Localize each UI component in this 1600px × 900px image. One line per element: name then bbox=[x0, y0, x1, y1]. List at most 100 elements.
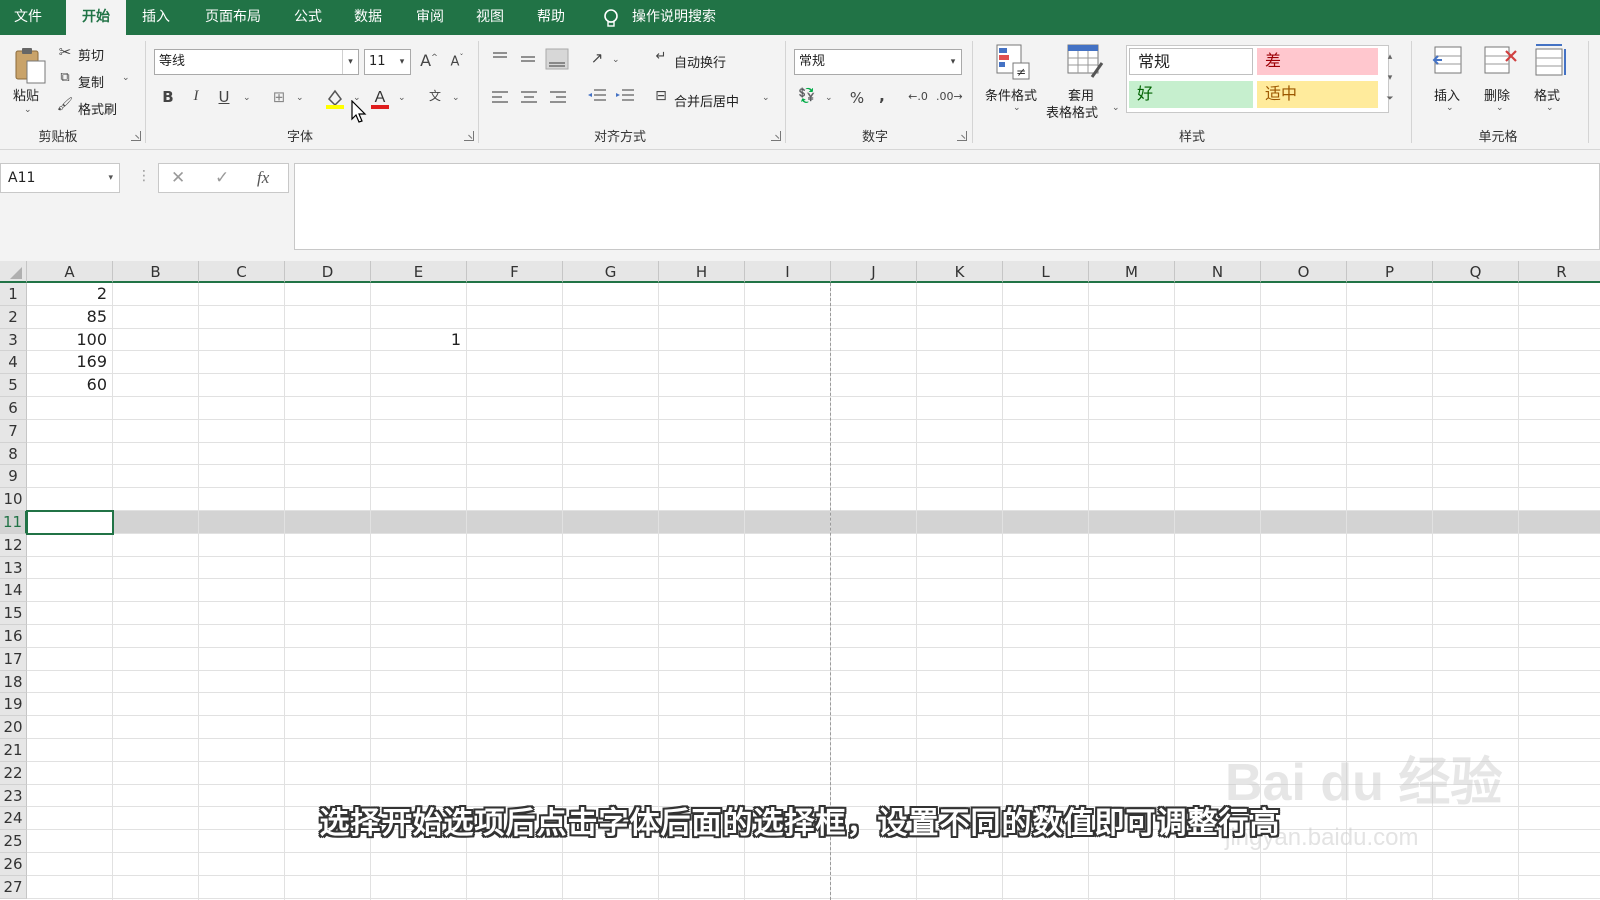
merge-center-button[interactable]: 合并后居中 bbox=[674, 91, 739, 110]
paste-button[interactable]: 粘贴 bbox=[13, 85, 39, 104]
cancel-icon[interactable]: ✕ bbox=[171, 168, 185, 188]
number-format-combo[interactable]: 常规 ▾ bbox=[794, 49, 962, 75]
active-cell[interactable] bbox=[26, 510, 114, 535]
row-header-9[interactable]: 9 bbox=[0, 465, 27, 489]
font-name-combo[interactable]: 等线 ▾ bbox=[154, 49, 359, 75]
row-header-7[interactable]: 7 bbox=[0, 419, 27, 443]
cell-a1[interactable]: 2 bbox=[27, 283, 107, 306]
format-cells-button[interactable]: 格式 bbox=[1534, 85, 1560, 104]
column-header-l[interactable]: L bbox=[1003, 261, 1089, 283]
row-header-22[interactable]: 22 bbox=[0, 761, 27, 785]
percent-button[interactable]: % bbox=[848, 89, 866, 107]
delete-dropdown-icon[interactable]: ⌄ bbox=[1496, 103, 1504, 113]
merge-dropdown-icon[interactable]: ⌄ bbox=[762, 93, 770, 103]
orientation-icon[interactable]: ↗ bbox=[588, 49, 606, 67]
phonetic-dropdown-icon[interactable]: ⌄ bbox=[452, 93, 460, 103]
row-header-17[interactable]: 17 bbox=[0, 647, 27, 671]
phonetic-icon[interactable]: 文 bbox=[424, 87, 446, 104]
style-bad[interactable]: 差 bbox=[1257, 48, 1378, 75]
format-cells-icon[interactable] bbox=[1532, 43, 1568, 81]
insert-dropdown-icon[interactable]: ⌄ bbox=[1446, 103, 1454, 113]
column-header-q[interactable]: Q bbox=[1433, 261, 1519, 283]
tab-page-layout[interactable]: 页面布局 bbox=[194, 0, 272, 35]
row-header-3[interactable]: 3 bbox=[0, 328, 27, 352]
gallery-scroll[interactable]: ▴ ▾ ⏷ bbox=[1383, 47, 1397, 113]
row-header-1[interactable]: 1 bbox=[0, 283, 27, 306]
tab-file[interactable]: 文件 bbox=[0, 0, 56, 35]
column-header-g[interactable]: G bbox=[563, 261, 659, 283]
underline-dropdown-icon[interactable]: ⌄ bbox=[243, 93, 251, 103]
format-painter-button[interactable]: 格式刷 bbox=[78, 99, 117, 118]
bold-button[interactable]: B bbox=[160, 88, 176, 106]
row-header-14[interactable]: 14 bbox=[0, 579, 27, 603]
column-header-d[interactable]: D bbox=[285, 261, 371, 283]
row-header-21[interactable]: 21 bbox=[0, 739, 27, 762]
enter-icon[interactable]: ✓ bbox=[215, 168, 229, 188]
style-normal[interactable]: 常规 bbox=[1129, 48, 1253, 75]
horizontal-align-icons[interactable] bbox=[490, 89, 574, 107]
column-header-a[interactable]: A bbox=[27, 261, 113, 283]
borders-icon[interactable]: ⊞ bbox=[270, 88, 288, 106]
wrap-text-button[interactable]: 自动换行 bbox=[674, 52, 726, 71]
formula-bar-grip-icon[interactable]: ⋮ bbox=[137, 168, 151, 184]
column-header-j[interactable]: J bbox=[831, 261, 917, 283]
tab-home[interactable]: 开始 bbox=[66, 0, 126, 35]
chevron-down-icon[interactable]: ▾ bbox=[342, 50, 358, 74]
row-header-8[interactable]: 8 bbox=[0, 442, 27, 466]
row-header-26[interactable]: 26 bbox=[0, 853, 27, 876]
delete-cells-icon[interactable] bbox=[1482, 43, 1518, 81]
row-header-4[interactable]: 4 bbox=[0, 351, 27, 375]
decrease-font-size-icon[interactable]: Aˇ bbox=[448, 53, 466, 69]
column-header-p[interactable]: P bbox=[1347, 261, 1433, 283]
format-as-table-dropdown-icon[interactable]: ⌄ bbox=[1112, 103, 1120, 113]
column-header-f[interactable]: F bbox=[467, 261, 563, 283]
comma-button[interactable]: , bbox=[876, 87, 888, 105]
column-header-e[interactable]: E bbox=[371, 261, 467, 283]
copy-button[interactable]: 复制 bbox=[78, 72, 104, 91]
paste-dropdown-icon[interactable]: ⌄ bbox=[24, 105, 32, 115]
row-header-13[interactable]: 13 bbox=[0, 556, 27, 580]
clipboard-launcher-icon[interactable] bbox=[131, 131, 141, 141]
cut-button[interactable]: 剪切 bbox=[78, 45, 104, 64]
delete-cells-button[interactable]: 删除 bbox=[1484, 85, 1510, 104]
column-header-k[interactable]: K bbox=[917, 261, 1003, 283]
orientation-dropdown-icon[interactable]: ⌄ bbox=[612, 55, 620, 65]
column-header-i[interactable]: I bbox=[745, 261, 831, 283]
row-header-18[interactable]: 18 bbox=[0, 670, 27, 694]
number-launcher-icon[interactable] bbox=[957, 131, 967, 141]
indent-icons[interactable] bbox=[586, 87, 638, 107]
row-header-10[interactable]: 10 bbox=[0, 488, 27, 511]
tab-view[interactable]: 视图 bbox=[462, 0, 518, 35]
borders-dropdown-icon[interactable]: ⌄ bbox=[296, 93, 304, 103]
tell-me-search[interactable]: 操作说明搜索 bbox=[632, 0, 716, 35]
font-launcher-icon[interactable] bbox=[464, 131, 474, 141]
tab-review[interactable]: 审阅 bbox=[402, 0, 458, 35]
column-header-r[interactable]: R bbox=[1519, 261, 1600, 283]
column-header-m[interactable]: M bbox=[1089, 261, 1175, 283]
insert-cells-button[interactable]: 插入 bbox=[1434, 85, 1460, 104]
select-all-corner[interactable] bbox=[0, 261, 27, 283]
row-header-11[interactable]: 11 bbox=[0, 511, 27, 534]
row-header-6[interactable]: 6 bbox=[0, 397, 27, 420]
cell-a5[interactable]: 60 bbox=[27, 374, 107, 397]
format-as-table-icon[interactable] bbox=[1066, 43, 1104, 81]
cell-a4[interactable]: 169 bbox=[27, 351, 107, 374]
chevron-down-icon[interactable]: ▾ bbox=[945, 50, 961, 74]
underline-button[interactable]: U bbox=[216, 88, 232, 106]
formula-input[interactable] bbox=[294, 163, 1600, 250]
alignment-launcher-icon[interactable] bbox=[771, 131, 781, 141]
increase-decimal-icon[interactable]: ←.0 bbox=[906, 90, 930, 103]
insert-cells-icon[interactable] bbox=[1432, 43, 1466, 81]
increase-font-size-icon[interactable]: A^ bbox=[420, 51, 438, 70]
copy-dropdown-icon[interactable]: ⌄ bbox=[122, 73, 130, 83]
row-header-2[interactable]: 2 bbox=[0, 305, 27, 329]
column-header-h[interactable]: H bbox=[659, 261, 745, 283]
cell-e3[interactable]: 1 bbox=[371, 329, 461, 352]
font-color-icon[interactable]: A bbox=[369, 87, 391, 109]
style-neutral[interactable]: 适中 bbox=[1257, 81, 1378, 108]
column-header-c[interactable]: C bbox=[199, 261, 285, 283]
row-header-20[interactable]: 20 bbox=[0, 716, 27, 739]
conditional-formatting-button[interactable]: 条件格式 bbox=[985, 85, 1037, 104]
paste-icon[interactable] bbox=[12, 45, 48, 85]
tab-formulas[interactable]: 公式 bbox=[280, 0, 336, 35]
